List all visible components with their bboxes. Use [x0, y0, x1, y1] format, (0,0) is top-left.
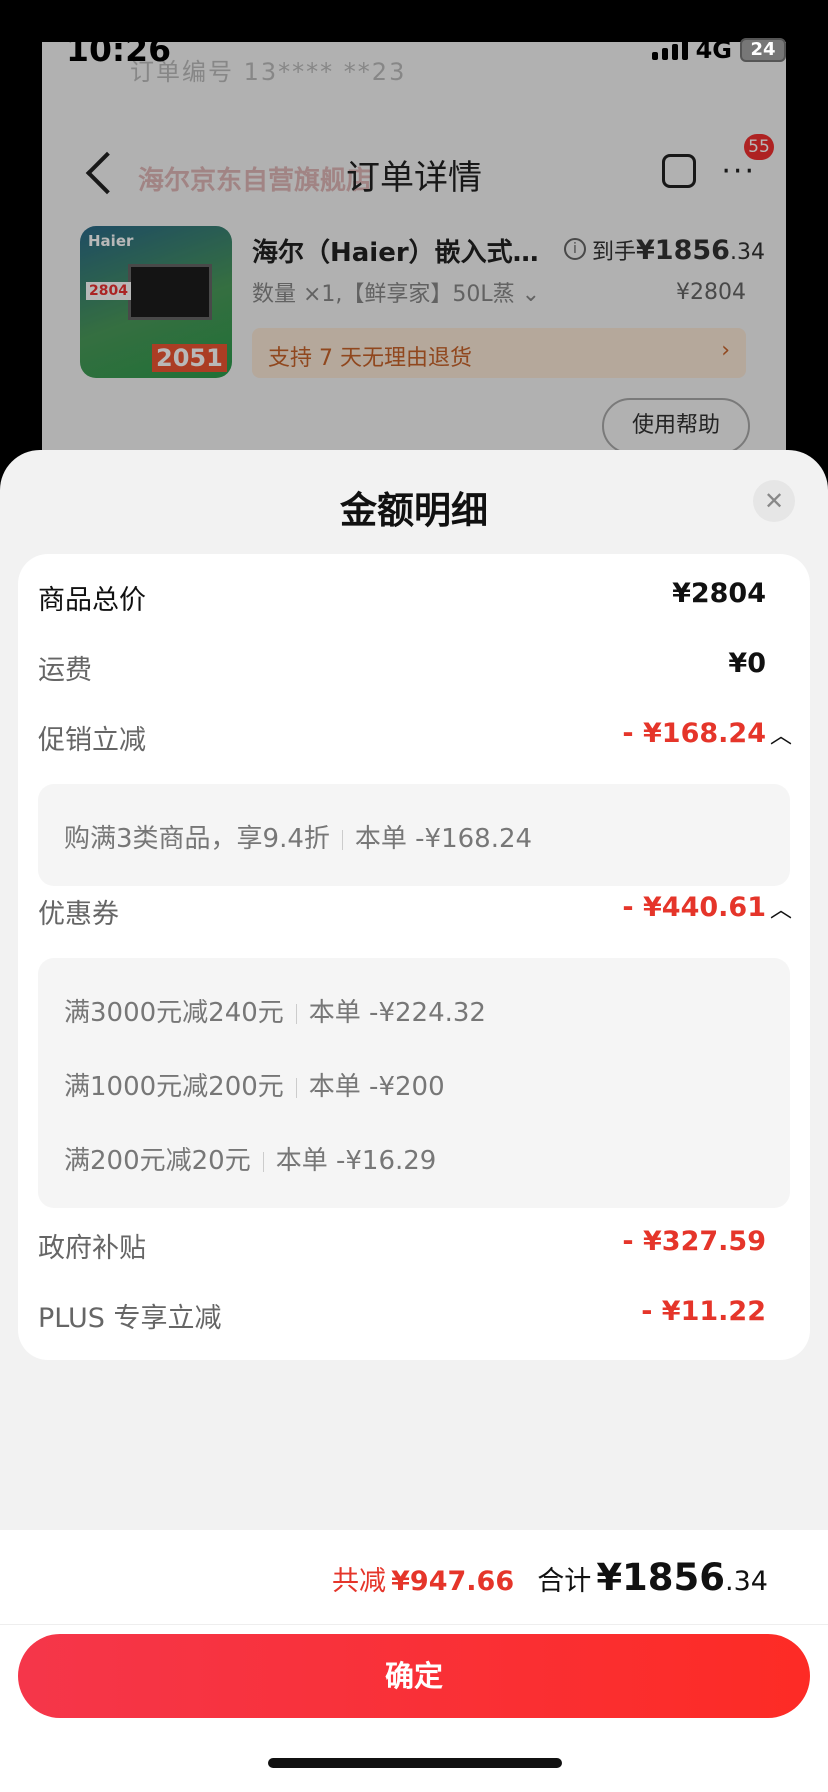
goods-total-value: ¥2804: [672, 578, 766, 609]
battery-icon: 24: [740, 38, 786, 62]
chevron-up-icon[interactable]: ︿: [770, 718, 792, 750]
home-indicator[interactable]: [268, 1758, 562, 1768]
sheet-title: 金额明细: [340, 489, 488, 532]
amount-detail-sheet: 金额明细 ✕ 商品总价 ¥2804 运费 ¥0 促销立减 - ¥168.24 ︿…: [0, 450, 828, 1792]
total-value: ¥1856: [596, 1556, 726, 1599]
plus-discount-value: - ¥11.22: [641, 1296, 766, 1327]
promo-detail-line: 购满3类商品，享9.4折 本单 -¥168.24: [64, 824, 533, 854]
gov-subsidy-value: - ¥327.59: [622, 1226, 766, 1257]
promo-label: 促销立减: [38, 725, 146, 756]
divider: [0, 1624, 828, 1625]
amount-card: 商品总价 ¥2804 运费 ¥0 促销立减 - ¥168.24 ︿ 购满3类商品…: [18, 554, 810, 1360]
status-time: 10:26: [66, 30, 172, 69]
chevron-up-icon[interactable]: ︿: [770, 892, 792, 924]
coupon-row[interactable]: 优惠券 - ¥440.61 ︿: [38, 888, 792, 932]
total-label: 合计: [537, 1566, 592, 1597]
network-type: 4G: [695, 36, 732, 64]
signal-icon: [651, 40, 688, 60]
shipping-value: ¥0: [728, 648, 766, 679]
status-bar: 10:26 4G 24: [0, 0, 828, 100]
total-value-decimal: .34: [725, 1566, 768, 1597]
saved-value: ¥947.66: [391, 1566, 515, 1597]
promo-detail-box: 购满3类商品，享9.4折 本单 -¥168.24: [38, 784, 790, 886]
coupon-detail-line: 满200元减20元 本单 -¥16.29: [64, 1146, 437, 1176]
modal-overlay[interactable]: [42, 42, 786, 482]
goods-total-row: 商品总价 ¥2804: [38, 574, 790, 618]
plus-discount-label: PLUS 专享立减: [38, 1303, 222, 1334]
coupon-detail-box: 满3000元减240元 本单 -¥224.32 满1000元减200元 本单 -¥2…: [38, 958, 790, 1208]
shipping-label: 运费: [38, 655, 92, 686]
gov-subsidy-row: 政府补贴 - ¥327.59: [38, 1222, 790, 1266]
promo-value: - ¥168.24: [622, 718, 766, 749]
coupon-label: 优惠券: [38, 899, 119, 930]
confirm-button[interactable]: 确定: [18, 1634, 810, 1718]
plus-discount-row: PLUS 专享立减 - ¥11.22: [38, 1292, 790, 1336]
sheet-footer: 共减 ¥947.66 合计 ¥1856.34 确定: [0, 1530, 828, 1792]
coupon-value: - ¥440.61: [622, 892, 766, 923]
saved-label: 共减: [332, 1566, 387, 1597]
status-icons: 4G 24: [651, 36, 786, 64]
gov-subsidy-label: 政府补贴: [38, 1233, 146, 1264]
coupon-detail-line: 满1000元减200元 本单 -¥200: [64, 1072, 445, 1102]
goods-total-label: 商品总价: [38, 585, 146, 616]
close-icon[interactable]: ✕: [753, 480, 795, 522]
total-summary: 共减 ¥947.66 合计 ¥1856.34: [332, 1556, 768, 1599]
promo-row[interactable]: 促销立减 - ¥168.24 ︿: [38, 714, 792, 758]
shipping-row: 运费 ¥0: [38, 644, 790, 688]
coupon-detail-line: 满3000元减240元 本单 -¥224.32: [64, 998, 486, 1028]
